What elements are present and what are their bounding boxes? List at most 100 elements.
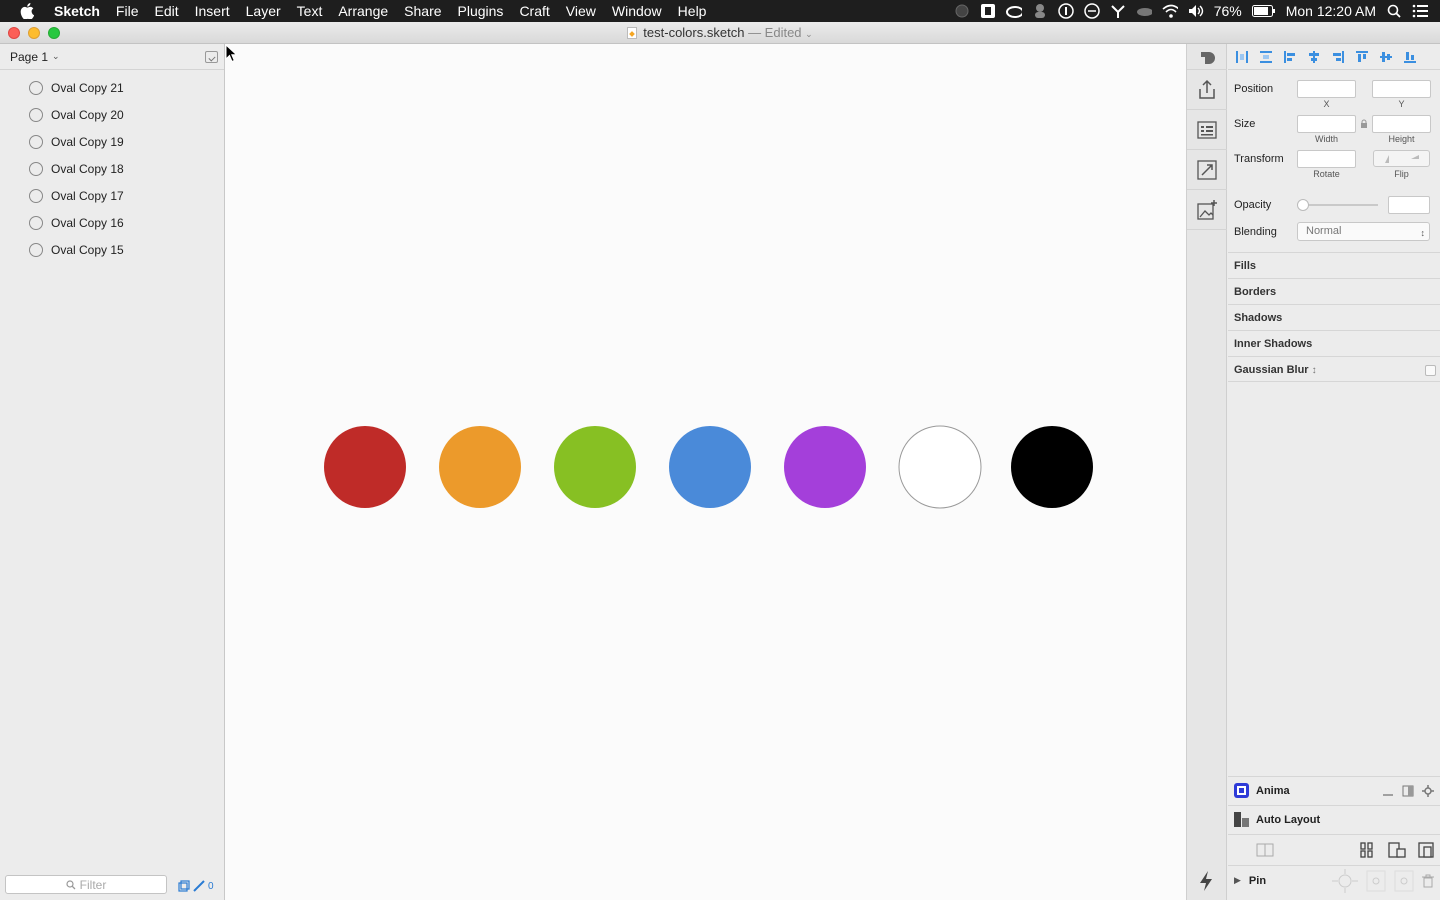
chevron-down-icon[interactable]: ⌄ bbox=[805, 29, 813, 39]
rotate-field[interactable] bbox=[1297, 150, 1356, 168]
updown-chevron-icon[interactable]: ↕ bbox=[1312, 365, 1317, 376]
menu-window[interactable]: Window bbox=[604, 0, 670, 22]
menu-layer[interactable]: Layer bbox=[238, 0, 289, 22]
menu-view[interactable]: View bbox=[558, 0, 604, 22]
menu-insert[interactable]: Insert bbox=[187, 0, 238, 22]
layer-item[interactable]: Oval Copy 21 bbox=[0, 74, 224, 101]
layer-item[interactable]: Oval Copy 18 bbox=[0, 155, 224, 182]
filter-symbols-icon[interactable] bbox=[178, 880, 190, 892]
flip-horizontal-icon[interactable] bbox=[1384, 154, 1394, 164]
gaussian-blur-section[interactable]: Gaussian Blur ↕ bbox=[1228, 356, 1440, 382]
stack-grid-icon[interactable] bbox=[1360, 842, 1374, 858]
gear-icon[interactable] bbox=[1422, 785, 1434, 797]
app-status-icon[interactable] bbox=[980, 3, 996, 19]
align-top-icon[interactable] bbox=[1354, 50, 1370, 64]
menu-plugins[interactable]: Plugins bbox=[450, 0, 512, 22]
page-selector[interactable]: Page 1 ⌄ bbox=[0, 44, 224, 70]
oval-shape[interactable] bbox=[669, 426, 751, 508]
align-center-horizontal-icon[interactable] bbox=[1306, 50, 1322, 64]
flip-vertical-icon[interactable] bbox=[1410, 154, 1420, 164]
canvas[interactable] bbox=[225, 44, 1186, 900]
width-field[interactable] bbox=[1297, 115, 1356, 133]
shadows-section[interactable]: Shadows bbox=[1228, 304, 1440, 330]
menu-help[interactable]: Help bbox=[670, 0, 715, 22]
menu-text[interactable]: Text bbox=[289, 0, 331, 22]
align-left-icon[interactable] bbox=[1282, 50, 1298, 64]
align-middle-vertical-icon[interactable] bbox=[1378, 50, 1394, 64]
layer-item[interactable]: Oval Copy 16 bbox=[0, 209, 224, 236]
gaussian-blur-checkbox[interactable] bbox=[1425, 365, 1436, 376]
position-x-field[interactable] bbox=[1297, 80, 1356, 98]
lock-icon[interactable] bbox=[1360, 119, 1368, 129]
pin-edges-icon[interactable] bbox=[1332, 869, 1358, 893]
trash-icon[interactable] bbox=[1422, 874, 1434, 888]
craft-logo-tool[interactable] bbox=[1187, 44, 1227, 70]
layer-item[interactable]: Oval Copy 19 bbox=[0, 128, 224, 155]
height-field[interactable] bbox=[1372, 115, 1431, 133]
menu-app-sketch[interactable]: Sketch bbox=[46, 0, 108, 22]
menu-share[interactable]: Share bbox=[396, 0, 449, 22]
data-tool[interactable] bbox=[1187, 110, 1227, 150]
inner-shadows-section[interactable]: Inner Shadows bbox=[1228, 330, 1440, 356]
user-agent-icon[interactable] bbox=[1032, 3, 1048, 19]
prototype-tool[interactable] bbox=[1187, 150, 1227, 190]
menu-edit[interactable]: Edit bbox=[146, 0, 186, 22]
oval-shape[interactable] bbox=[1011, 426, 1093, 508]
auto-layout-panel-header[interactable]: Auto Layout bbox=[1228, 805, 1440, 833]
wifi-icon[interactable] bbox=[1162, 3, 1178, 19]
align-right-icon[interactable] bbox=[1330, 50, 1346, 64]
fills-section[interactable]: Fills bbox=[1228, 252, 1440, 278]
distribute-horizontal-icon[interactable] bbox=[1234, 50, 1250, 64]
oval-shape[interactable] bbox=[554, 426, 636, 508]
pin-size-icon[interactable] bbox=[1394, 870, 1414, 892]
password-icon[interactable] bbox=[1057, 3, 1074, 19]
battery-icon[interactable] bbox=[1251, 3, 1276, 19]
pin-center-icon[interactable] bbox=[1366, 870, 1386, 892]
record-icon[interactable] bbox=[954, 3, 970, 19]
menu-arrange[interactable]: Arrange bbox=[330, 0, 396, 22]
device-mobile-icon[interactable] bbox=[1418, 842, 1436, 858]
oval-shape[interactable] bbox=[439, 426, 521, 508]
oval-shape[interactable] bbox=[324, 426, 406, 508]
layer-item[interactable]: Oval Copy 15 bbox=[0, 236, 224, 263]
device-desktop-icon[interactable] bbox=[1388, 842, 1406, 858]
collapse-artboards-icon[interactable] bbox=[205, 51, 218, 63]
image-tool[interactable] bbox=[1187, 190, 1227, 230]
borders-section[interactable]: Borders bbox=[1228, 278, 1440, 304]
menu-clock[interactable]: Mon 12:20 AM bbox=[1286, 3, 1376, 19]
panel-layout-icon[interactable] bbox=[1402, 785, 1414, 797]
layer-filter-input[interactable]: Filter bbox=[5, 875, 167, 894]
align-bottom-icon[interactable] bbox=[1402, 50, 1418, 64]
opacity-slider-knob[interactable] bbox=[1297, 199, 1309, 211]
pin-section[interactable]: ▶ Pin bbox=[1228, 865, 1440, 895]
cloud-icon[interactable] bbox=[1136, 3, 1152, 19]
distribute-vertical-icon[interactable] bbox=[1258, 50, 1274, 64]
network-icon[interactable] bbox=[1110, 3, 1126, 19]
menu-file[interactable]: File bbox=[108, 0, 147, 22]
spotlight-search-icon[interactable] bbox=[1386, 3, 1402, 19]
edited-status[interactable]: — Edited bbox=[748, 25, 801, 40]
do-not-disturb-icon[interactable] bbox=[1083, 3, 1100, 19]
export-tool[interactable] bbox=[1187, 70, 1227, 110]
lightning-icon[interactable] bbox=[1197, 870, 1215, 892]
opacity-field[interactable] bbox=[1388, 196, 1430, 214]
filter-edited-icon[interactable] bbox=[193, 880, 205, 892]
menu-craft[interactable]: Craft bbox=[511, 0, 557, 22]
flip-buttons[interactable] bbox=[1373, 150, 1430, 167]
minimize-icon[interactable] bbox=[1382, 785, 1394, 797]
artboard-icon[interactable] bbox=[1256, 843, 1274, 857]
blending-label: Blending bbox=[1234, 226, 1277, 238]
layer-item[interactable]: Oval Copy 17 bbox=[0, 182, 224, 209]
layer-item[interactable]: Oval Copy 20 bbox=[0, 101, 224, 128]
blending-select[interactable]: Normal ↕ bbox=[1297, 222, 1430, 241]
oval-shape[interactable] bbox=[784, 426, 866, 508]
disclosure-triangle-icon[interactable]: ▶ bbox=[1234, 875, 1241, 886]
opacity-slider-track[interactable] bbox=[1304, 204, 1378, 206]
apple-icon[interactable] bbox=[18, 2, 36, 20]
y-label: Y bbox=[1398, 99, 1405, 109]
volume-icon[interactable] bbox=[1188, 3, 1204, 19]
position-y-field[interactable] bbox=[1372, 80, 1431, 98]
notification-center-icon[interactable] bbox=[1412, 3, 1428, 19]
creative-cloud-icon[interactable] bbox=[1005, 3, 1022, 19]
oval-shape[interactable] bbox=[898, 425, 982, 509]
